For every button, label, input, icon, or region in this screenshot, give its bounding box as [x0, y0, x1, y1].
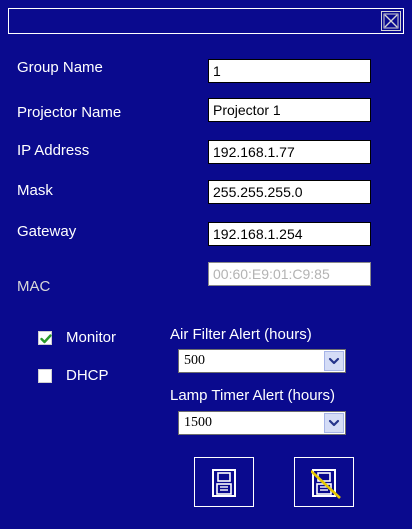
mac-input	[208, 262, 371, 286]
floppy-disk-crossed-icon	[311, 469, 341, 499]
chevron-down-icon	[328, 419, 340, 427]
mask-input[interactable]	[208, 180, 371, 204]
dhcp-label: DHCP	[66, 367, 109, 384]
ip-address-label: IP Address	[17, 142, 90, 159]
chevron-down-icon	[328, 357, 340, 365]
check-icon	[40, 334, 52, 344]
air-filter-alert-select[interactable]: 500	[178, 349, 346, 373]
air-filter-alert-label: Air Filter Alert (hours)	[170, 326, 312, 343]
monitor-label: Monitor	[66, 329, 117, 346]
close-icon	[383, 13, 399, 29]
dropdown-arrow	[324, 413, 344, 433]
title-bar	[8, 8, 404, 34]
save-button[interactable]	[194, 457, 254, 507]
air-filter-alert-value: 500	[184, 353, 205, 368]
discard-button[interactable]	[294, 457, 354, 507]
projector-settings-dialog: Group Name Projector Name IP Address Mas…	[0, 0, 412, 529]
mask-label: Mask	[17, 182, 53, 199]
group-name-label: Group Name	[17, 59, 103, 76]
floppy-disk-icon	[212, 469, 236, 497]
projector-name-label: Projector Name	[17, 104, 122, 121]
lamp-timer-alert-select[interactable]: 1500	[178, 411, 346, 435]
dropdown-arrow	[324, 351, 344, 371]
lamp-timer-alert-label: Lamp Timer Alert (hours)	[170, 387, 336, 404]
lamp-timer-alert-value: 1500	[184, 415, 212, 430]
gateway-input[interactable]	[208, 222, 371, 246]
projector-name-input[interactable]	[208, 98, 371, 122]
mac-label: MAC	[17, 278, 51, 295]
group-name-input[interactable]	[208, 59, 371, 83]
gateway-label: Gateway	[17, 223, 77, 240]
dhcp-checkbox[interactable]	[38, 369, 52, 383]
close-button[interactable]	[381, 11, 401, 31]
monitor-checkbox[interactable]	[38, 331, 52, 345]
ip-address-input[interactable]	[208, 140, 371, 164]
